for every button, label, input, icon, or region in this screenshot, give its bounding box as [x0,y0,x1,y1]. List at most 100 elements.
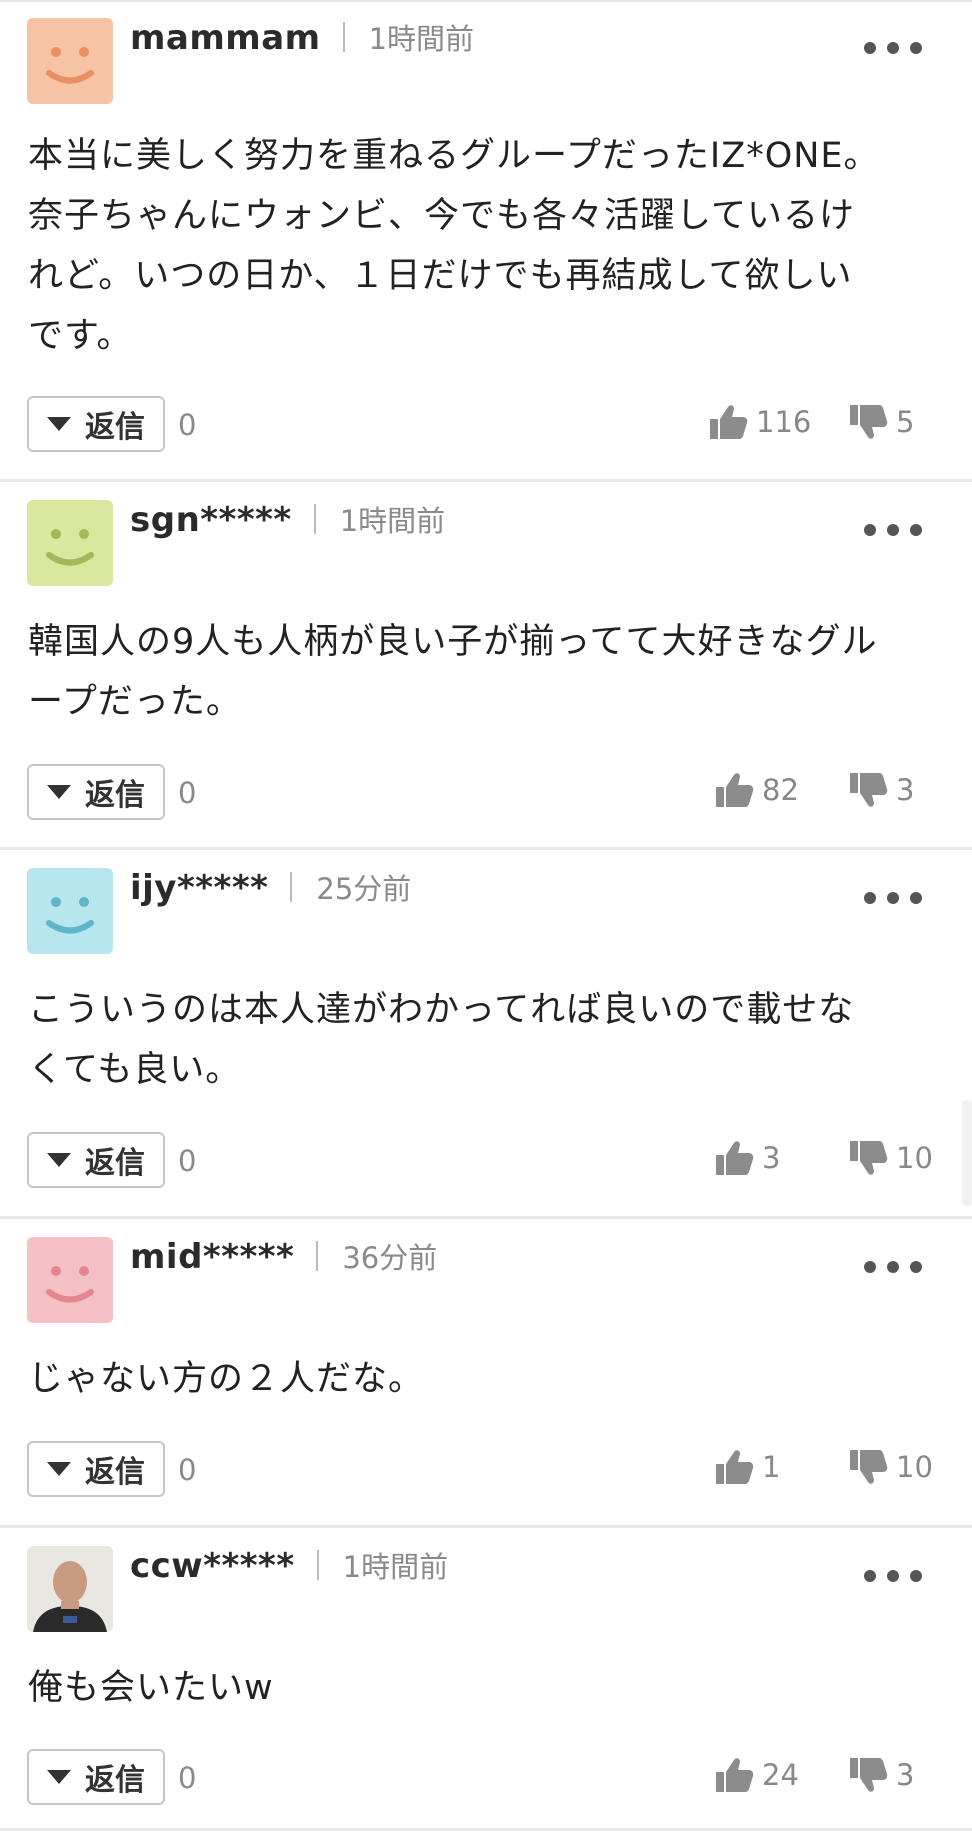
reply-label: 返信 [85,1146,145,1181]
thumbs-down-icon [848,1140,888,1176]
reply-button[interactable]: 返信 [27,1749,165,1805]
separator [313,503,316,534]
reply-button[interactable]: 返信 [27,396,165,452]
avatar[interactable] [27,500,113,586]
like-count: 82 [762,773,799,807]
dislike-button[interactable]: 10 [848,1140,933,1176]
username-text[interactable]: ccw***** [130,1546,295,1586]
separator [342,21,345,52]
timestamp: 25分前 [316,872,412,906]
username[interactable]: mammam 1時間前 [130,16,474,58]
dislike-count: 10 [896,1450,933,1484]
more-dots-icon [887,1261,899,1273]
username[interactable]: ijy***** 25分前 [130,866,411,908]
triangle-down-icon [47,417,71,431]
more-dots-icon [864,1261,876,1273]
separator [316,1240,319,1271]
reply-count: 0 [178,1144,197,1178]
username-text[interactable]: mid***** [130,1237,294,1277]
username[interactable]: ccw***** 1時間前 [130,1544,448,1586]
more-options-button[interactable] [864,38,922,58]
reply-label: 返信 [85,1763,145,1798]
thumbs-up-icon [714,772,754,808]
username[interactable]: mid***** 36分前 [130,1235,437,1277]
triangle-down-icon [47,785,71,799]
timestamp: 1時間前 [342,1550,449,1584]
timestamp: 1時間前 [368,22,475,56]
more-options-button[interactable] [864,888,922,908]
reply-count: 0 [178,776,197,810]
thumbs-down-icon [848,1757,888,1793]
thumbs-down-icon [848,404,888,440]
like-button[interactable]: 116 [708,404,811,440]
avatar[interactable] [27,18,113,104]
thumbs-up-icon [714,1757,754,1793]
avatar[interactable] [27,1237,113,1323]
comment-item: mid***** 36分前 じゃない方の２人だな。 返信 0 1 10 [0,1219,972,1528]
reply-button[interactable]: 返信 [27,764,165,820]
comment-text: 本当に美しく努力を重ねるグループだったIZ*ONE。 奈子ちゃんにウォンビ、今で… [28,136,880,356]
thumbs-up-icon [714,1449,754,1485]
more-dots-icon [864,42,876,54]
reply-count: 0 [178,1761,197,1795]
dislike-count: 10 [896,1141,933,1175]
reply-label: 返信 [85,778,145,813]
comment-text: 俺も会いたいw [28,1668,274,1708]
more-options-button[interactable] [864,520,922,540]
like-button[interactable]: 82 [714,772,799,808]
like-count: 3 [762,1141,781,1175]
comment-item: sgn***** 1時間前 韓国人の9人も人柄が良い子が揃ってて大好きなグル ープ… [0,482,972,850]
reply-label: 返信 [85,410,145,445]
more-dots-icon [910,1570,922,1582]
dislike-button[interactable]: 3 [848,772,914,808]
comment-text: じゃない方の２人だな。 [28,1359,425,1399]
dislike-button[interactable]: 10 [848,1449,933,1485]
avatar[interactable] [27,868,113,954]
more-dots-icon [887,892,899,904]
username-text[interactable]: ijy***** [130,868,268,908]
triangle-down-icon [47,1770,71,1784]
dislike-button[interactable]: 5 [848,404,914,440]
dislike-count: 3 [896,1758,915,1792]
scrollbar[interactable] [962,1100,972,1206]
dislike-button[interactable]: 3 [848,1757,914,1793]
more-options-button[interactable] [864,1257,922,1277]
separator [290,871,293,902]
more-dots-icon [887,42,899,54]
more-dots-icon [864,524,876,536]
comment-item: ijy***** 25分前 こういうのは本人達がわかってれば良いので載せな くても… [0,850,972,1219]
more-dots-icon [910,1261,922,1273]
thumbs-down-icon [848,772,888,808]
more-dots-icon [887,524,899,536]
triangle-down-icon [47,1462,71,1476]
more-dots-icon [864,892,876,904]
more-dots-icon [910,524,922,536]
reply-label: 返信 [85,1455,145,1490]
more-dots-icon [864,1570,876,1582]
dislike-count: 5 [896,405,915,439]
comment-item: mammam 1時間前 本当に美しく努力を重ねるグループだったIZ*ONE。 奈子… [0,0,972,482]
reply-button[interactable]: 返信 [27,1441,165,1497]
comment-item: ccw***** 1時間前 俺も会いたいw 返信 0 24 3 [0,1528,972,1831]
more-options-button[interactable] [864,1566,922,1586]
reply-button[interactable]: 返信 [27,1132,165,1188]
thumbs-down-icon [848,1449,888,1485]
like-button[interactable]: 1 [714,1449,780,1485]
like-button[interactable]: 24 [714,1757,799,1793]
thumbs-up-icon [708,404,748,440]
timestamp: 1時間前 [339,504,446,538]
more-dots-icon [910,42,922,54]
like-count: 1 [762,1450,781,1484]
more-dots-icon [887,1570,899,1582]
username-text[interactable]: sgn***** [130,500,292,540]
avatar[interactable] [27,1546,113,1632]
username-text[interactable]: mammam [130,18,321,58]
comment-text: 韓国人の9人も人柄が良い子が揃ってて大好きなグル ープだった。 [28,622,878,722]
like-button[interactable]: 3 [714,1140,780,1176]
comment-text: こういうのは本人達がわかってれば良いので載せな くても良い。 [28,990,855,1090]
username[interactable]: sgn***** 1時間前 [130,498,445,540]
triangle-down-icon [47,1153,71,1167]
like-count: 24 [762,1758,799,1792]
thumbs-up-icon [714,1140,754,1176]
like-count: 116 [756,405,812,439]
